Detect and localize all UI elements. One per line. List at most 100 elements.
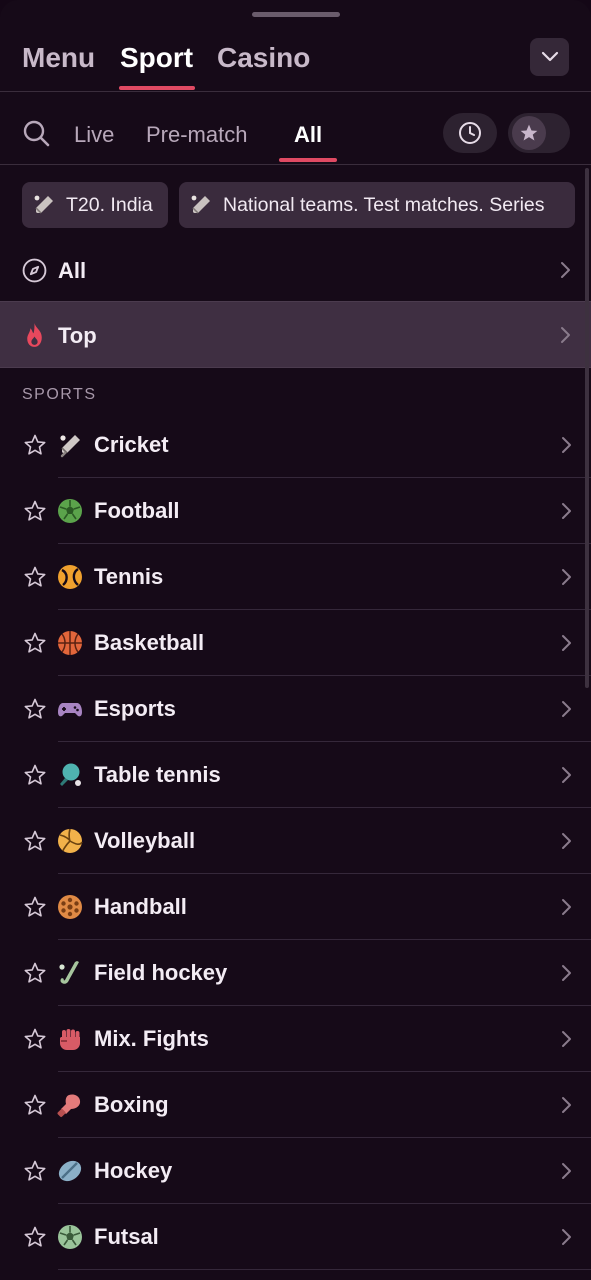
- star-outline-icon[interactable]: [23, 1159, 47, 1188]
- sport-row-football[interactable]: Football: [0, 478, 591, 544]
- favorites-toggle[interactable]: [508, 113, 570, 153]
- sport-label: Hockey: [94, 1158, 173, 1183]
- tab-casino[interactable]: Casino: [217, 42, 310, 74]
- chevron-right-icon: [560, 502, 572, 525]
- chip-national-teams[interactable]: National teams. Test matches. Series: [179, 182, 575, 228]
- volleyball-icon: [57, 828, 83, 854]
- sport-label: Tennis: [94, 564, 164, 589]
- row-divider: [58, 1269, 591, 1270]
- sport-row-mix-fights[interactable]: Mix. Fights: [0, 1006, 591, 1072]
- search-icon[interactable]: [22, 119, 50, 152]
- nav-top[interactable]: Top: [0, 301, 591, 368]
- tennis-icon: [57, 564, 83, 590]
- sport-row-basketball[interactable]: Basketball: [0, 610, 591, 676]
- sport-row-volleyball[interactable]: Volleyball: [0, 808, 591, 874]
- chip-t20-india[interactable]: T20. India: [22, 182, 168, 228]
- history-button[interactable]: [443, 113, 497, 153]
- sport-menu-sheet: Menu Sport Casino Live Pre-match All T20…: [0, 0, 591, 1280]
- star-outline-icon[interactable]: [23, 1225, 47, 1254]
- chevron-right-icon: [560, 568, 572, 591]
- tab-sport[interactable]: Sport: [120, 42, 193, 74]
- sport-row-cricket[interactable]: Cricket: [0, 412, 591, 478]
- star-outline-icon[interactable]: [23, 1093, 47, 1122]
- sport-row-table-tennis[interactable]: Table tennis: [0, 742, 591, 808]
- star-outline-icon[interactable]: [23, 433, 47, 462]
- chevron-right-icon: [560, 1096, 572, 1119]
- star-outline-icon[interactable]: [23, 961, 47, 990]
- star-outline-icon[interactable]: [23, 829, 47, 858]
- sport-row-hockey[interactable]: Hockey: [0, 1138, 591, 1204]
- fire-icon: [27, 323, 42, 347]
- filter-prematch[interactable]: Pre-match: [146, 122, 247, 148]
- hockey-puck-icon: [57, 1158, 83, 1184]
- sport-row-boxing[interactable]: Boxing: [0, 1072, 591, 1138]
- table-tennis-icon: [57, 762, 83, 788]
- quick-chips: T20. India National teams. Test matches.…: [22, 182, 582, 230]
- filter-row: Live Pre-match All: [0, 92, 591, 165]
- sport-label: Field hockey: [94, 960, 228, 985]
- chevron-right-icon: [560, 1030, 572, 1053]
- star-outline-icon[interactable]: [23, 895, 47, 924]
- football-icon: [57, 498, 83, 524]
- sport-row-field-hockey[interactable]: Field hockey: [0, 940, 591, 1006]
- scrollbar[interactable]: [585, 168, 589, 688]
- section-title-sports: SPORTS: [22, 386, 97, 403]
- clock-icon: [459, 122, 481, 144]
- sport-label: Cricket: [94, 432, 169, 457]
- sport-label: Boxing: [94, 1092, 169, 1117]
- star-outline-icon[interactable]: [23, 763, 47, 792]
- boxing-glove-icon: [57, 1092, 83, 1118]
- cricket-icon: [34, 195, 53, 214]
- nav-all-label: All: [58, 258, 87, 283]
- sport-row-handball[interactable]: Handball: [0, 874, 591, 940]
- top-tabs: Menu Sport Casino: [0, 30, 591, 92]
- cricket-icon: [191, 195, 210, 214]
- collapse-button[interactable]: [530, 38, 569, 76]
- handball-icon: [57, 894, 83, 920]
- futsal-icon: [57, 1224, 83, 1250]
- sport-label: Football: [94, 498, 180, 523]
- chevron-right-icon: [560, 634, 572, 657]
- filter-all[interactable]: All: [294, 122, 322, 148]
- filter-live[interactable]: Live: [74, 122, 114, 148]
- sport-label: Futsal: [94, 1224, 159, 1249]
- favorites-toggle-knob: [512, 116, 546, 150]
- chevron-right-icon: [560, 766, 572, 789]
- chevron-right-icon: [560, 832, 572, 855]
- sport-label: Basketball: [94, 630, 205, 655]
- active-filter-indicator: [279, 158, 337, 162]
- chevron-right-icon: [560, 436, 572, 459]
- chevron-right-icon: [560, 964, 572, 987]
- compass-icon: [22, 258, 47, 283]
- sport-label: Volleyball: [94, 828, 196, 853]
- star-filled-icon: [520, 124, 538, 141]
- chevron-right-icon: [560, 1228, 572, 1251]
- gamepad-icon: [57, 696, 83, 722]
- chevron-down-icon: [541, 51, 558, 62]
- sport-label: Table tennis: [94, 762, 221, 787]
- sport-label: Mix. Fights: [94, 1026, 209, 1051]
- chevron-right-icon: [560, 700, 572, 723]
- star-outline-icon[interactable]: [23, 499, 47, 528]
- sport-label: Handball: [94, 894, 187, 919]
- nav-all[interactable]: All: [0, 237, 591, 303]
- drag-handle[interactable]: [252, 12, 340, 17]
- chip-label: National teams. Test matches. Series: [223, 193, 545, 216]
- tab-menu[interactable]: Menu: [22, 42, 95, 74]
- chevron-right-icon: [561, 262, 570, 278]
- fist-icon: [57, 1026, 83, 1052]
- star-outline-icon[interactable]: [23, 565, 47, 594]
- nav-top-label: Top: [58, 323, 97, 348]
- active-tab-indicator: [119, 86, 195, 90]
- star-outline-icon[interactable]: [23, 697, 47, 726]
- sport-row-futsal[interactable]: Futsal: [0, 1204, 591, 1270]
- star-outline-icon[interactable]: [23, 631, 47, 660]
- star-outline-icon[interactable]: [23, 1027, 47, 1056]
- sport-row-esports[interactable]: Esports: [0, 676, 591, 742]
- chevron-right-icon: [560, 1162, 572, 1185]
- chevron-right-icon: [561, 327, 570, 343]
- basketball-icon: [57, 630, 83, 656]
- cricket-icon: [57, 432, 83, 458]
- sport-label: Esports: [94, 696, 176, 721]
- sport-row-tennis[interactable]: Tennis: [0, 544, 591, 610]
